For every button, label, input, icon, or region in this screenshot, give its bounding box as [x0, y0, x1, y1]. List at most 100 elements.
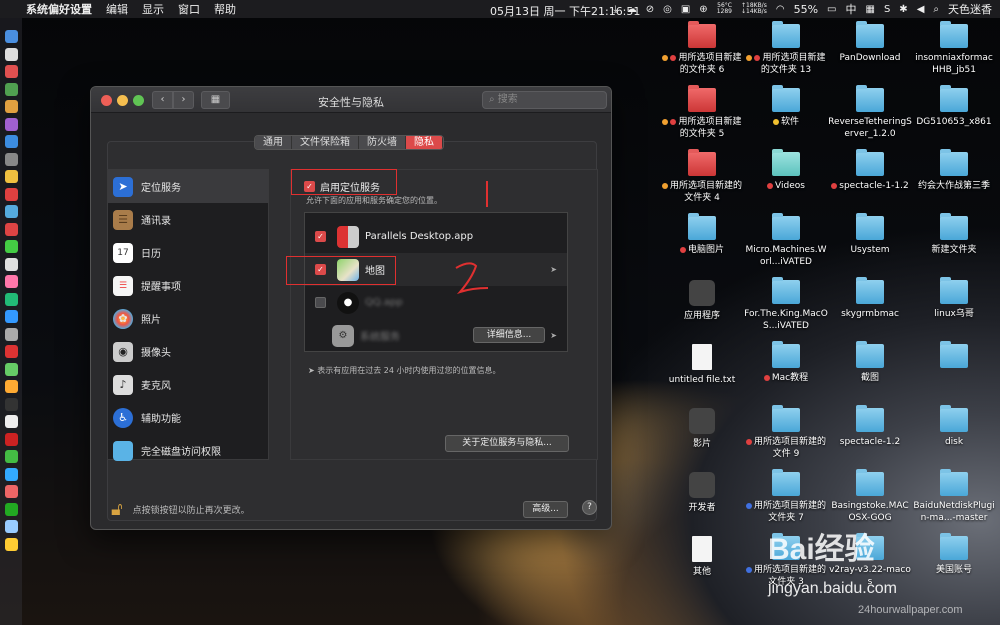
dock-app-icon[interactable]: [5, 152, 18, 166]
desktop-icon[interactable]: spectacle-1.2: [828, 405, 912, 448]
desktop-icon[interactable]: 用所选项目新建的文件夹 7: [744, 469, 828, 524]
about-location-button[interactable]: 关于定位服务与隐私...: [445, 435, 569, 452]
bluetooth-icon[interactable]: ✱: [899, 4, 907, 15]
dock-app-icon[interactable]: [5, 310, 18, 323]
details-button[interactable]: 详细信息...: [473, 327, 545, 343]
globe-icon[interactable]: ⊕: [699, 4, 707, 15]
desktop-icon[interactable]: 开发者: [660, 472, 744, 514]
dock-app-icon[interactable]: [5, 502, 18, 516]
dock-app-icon[interactable]: [5, 257, 18, 271]
input-method[interactable]: 中: [845, 1, 856, 17]
desktop-icon[interactable]: For.The.King.MacOS...iVATED: [744, 277, 828, 332]
sidebar-item-full-disk[interactable]: 完全磁盘访问权限: [108, 434, 268, 467]
dock-app-icon[interactable]: [5, 205, 18, 218]
s-app-icon[interactable]: S: [884, 4, 890, 15]
menu-app-name[interactable]: 系统偏好设置: [26, 1, 92, 17]
grid-menu-icon[interactable]: ▦: [865, 4, 874, 15]
dock-app-icon[interactable]: [5, 485, 18, 498]
dock-app-icon[interactable]: [5, 100, 18, 113]
message-icon[interactable]: ▣: [681, 4, 690, 15]
desktop-icon[interactable]: Micro.Machines.Worl...iVATED: [744, 213, 828, 268]
wechat-icon[interactable]: ◎: [663, 4, 672, 15]
dock-app-icon[interactable]: [5, 537, 18, 551]
desktop-icon[interactable]: DG510653_x861: [912, 85, 996, 128]
dock-app-icon[interactable]: [5, 187, 18, 201]
dock-app-icon[interactable]: [5, 82, 18, 96]
dock-app-icon[interactable]: [5, 47, 18, 61]
list-item[interactable]: ● QQ.app: [305, 286, 567, 319]
dock-app-icon[interactable]: [5, 397, 18, 411]
list-item[interactable]: ✓ Parallels Desktop.app: [305, 220, 567, 253]
sidebar-item-location[interactable]: ➤ 定位服务: [108, 170, 268, 203]
dock-app-icon[interactable]: [5, 275, 18, 288]
dock-app-icon[interactable]: [5, 450, 18, 463]
dock-app-icon[interactable]: [5, 65, 18, 78]
sidebar-item-photos[interactable]: ✿ 照片: [108, 302, 268, 335]
app-checkbox[interactable]: ✓: [315, 231, 326, 242]
desktop-icon[interactable]: 用所选项目新建的文件夹 13: [744, 21, 828, 76]
desktop-icon[interactable]: Videos: [744, 149, 828, 192]
tab-filevault[interactable]: 文件保险箱: [292, 136, 359, 149]
tab-privacy[interactable]: 隐私: [406, 136, 443, 149]
wifi-icon[interactable]: ◠: [776, 4, 785, 15]
dock-app-icon[interactable]: [5, 432, 18, 446]
desktop-icon[interactable]: 用所选项目新建的文件夹 6: [660, 21, 744, 76]
menubar-datetime[interactable]: 05月13日 周一 下午21:16:51: [490, 3, 640, 19]
battery-icon[interactable]: ▭: [827, 4, 836, 15]
sidebar-item-contacts[interactable]: ☰ 通讯录: [108, 203, 268, 236]
desktop-icon[interactable]: 美国账号: [912, 533, 996, 576]
desktop-icon[interactable]: BaiduNetdiskPlugin-ma...-master: [912, 469, 996, 524]
sys-stats[interactable]: 56°C 1289: [717, 3, 732, 15]
desktop-icon[interactable]: 约会大作战第三季: [912, 149, 996, 192]
lock-icon[interactable]: 🔓︎: [111, 499, 123, 520]
menu-edit[interactable]: 编辑: [106, 1, 128, 17]
dock-app-icon[interactable]: [5, 327, 18, 341]
desktop-icon[interactable]: PanDownload: [828, 21, 912, 64]
dock-app-icon[interactable]: [5, 362, 18, 376]
menu-help[interactable]: 帮助: [214, 1, 236, 17]
dock-app-icon[interactable]: [5, 30, 18, 43]
desktop-icon[interactable]: disk: [912, 405, 996, 448]
dock-app-icon[interactable]: [5, 520, 18, 533]
speaker-icon[interactable]: ◀: [917, 4, 925, 15]
desktop-icon[interactable]: Mac教程: [744, 341, 828, 384]
desktop-icon[interactable]: 截图: [828, 341, 912, 384]
dock-app-icon[interactable]: [5, 345, 18, 358]
menu-window[interactable]: 窗口: [178, 1, 200, 17]
desktop-icon[interactable]: 软件: [744, 85, 828, 128]
desktop-icon[interactable]: insomniaxformacHHB_jb51: [912, 21, 996, 76]
dock-app-icon[interactable]: [5, 170, 18, 183]
sidebar-item-microphone[interactable]: ♪ 麦克风: [108, 368, 268, 401]
desktop-icon[interactable]: 其他: [660, 536, 744, 578]
dock-app-icon[interactable]: [5, 222, 18, 236]
dock-app-icon[interactable]: [5, 135, 18, 148]
desktop-icon[interactable]: 电脑图片: [660, 213, 744, 256]
dock-app-icon[interactable]: [5, 380, 18, 393]
advanced-button[interactable]: 高级...: [523, 501, 568, 518]
dock-app-icon[interactable]: [5, 467, 18, 481]
desktop-icon[interactable]: spectacle-1-1.2: [828, 149, 912, 192]
desktop-icon[interactable]: 用所选项目新建的文件夹 4: [660, 149, 744, 204]
dock-app-icon[interactable]: [5, 415, 18, 428]
app-checkbox[interactable]: [315, 297, 326, 308]
sidebar-item-reminders[interactable]: ☰ 提醒事项: [108, 269, 268, 302]
desktop-icon[interactable]: ReverseTetheringServer_1.2.0: [828, 85, 912, 140]
sidebar-item-accessibility[interactable]: ♿ 辅助功能: [108, 401, 268, 434]
dock-app-icon[interactable]: [5, 292, 18, 306]
list-item[interactable]: ⚙ 系统服务 详细信息... ➤: [305, 319, 567, 352]
battery-percent[interactable]: 55%: [794, 3, 818, 16]
user-name[interactable]: 天色迷香: [948, 1, 992, 17]
desktop-icon[interactable]: [912, 341, 996, 372]
search-input[interactable]: ⌕ 搜索: [482, 91, 607, 109]
dock-app-icon[interactable]: [5, 240, 18, 253]
tab-general[interactable]: 通用: [255, 136, 292, 149]
net-stats[interactable]: ↑18KB/s ↓14KB/s: [741, 3, 767, 15]
desktop-icon[interactable]: 应用程序: [660, 280, 744, 322]
desktop-icon[interactable]: untitled file.txt: [660, 344, 744, 386]
tab-firewall[interactable]: 防火墙: [359, 136, 406, 149]
search-menu-icon[interactable]: ⌕: [933, 4, 939, 15]
dock-app-icon[interactable]: [5, 117, 18, 131]
sidebar-item-camera[interactable]: ◉ 摄像头: [108, 335, 268, 368]
sidebar-item-calendar[interactable]: 17 日历: [108, 236, 268, 269]
desktop-icon[interactable]: 新建文件夹: [912, 213, 996, 256]
